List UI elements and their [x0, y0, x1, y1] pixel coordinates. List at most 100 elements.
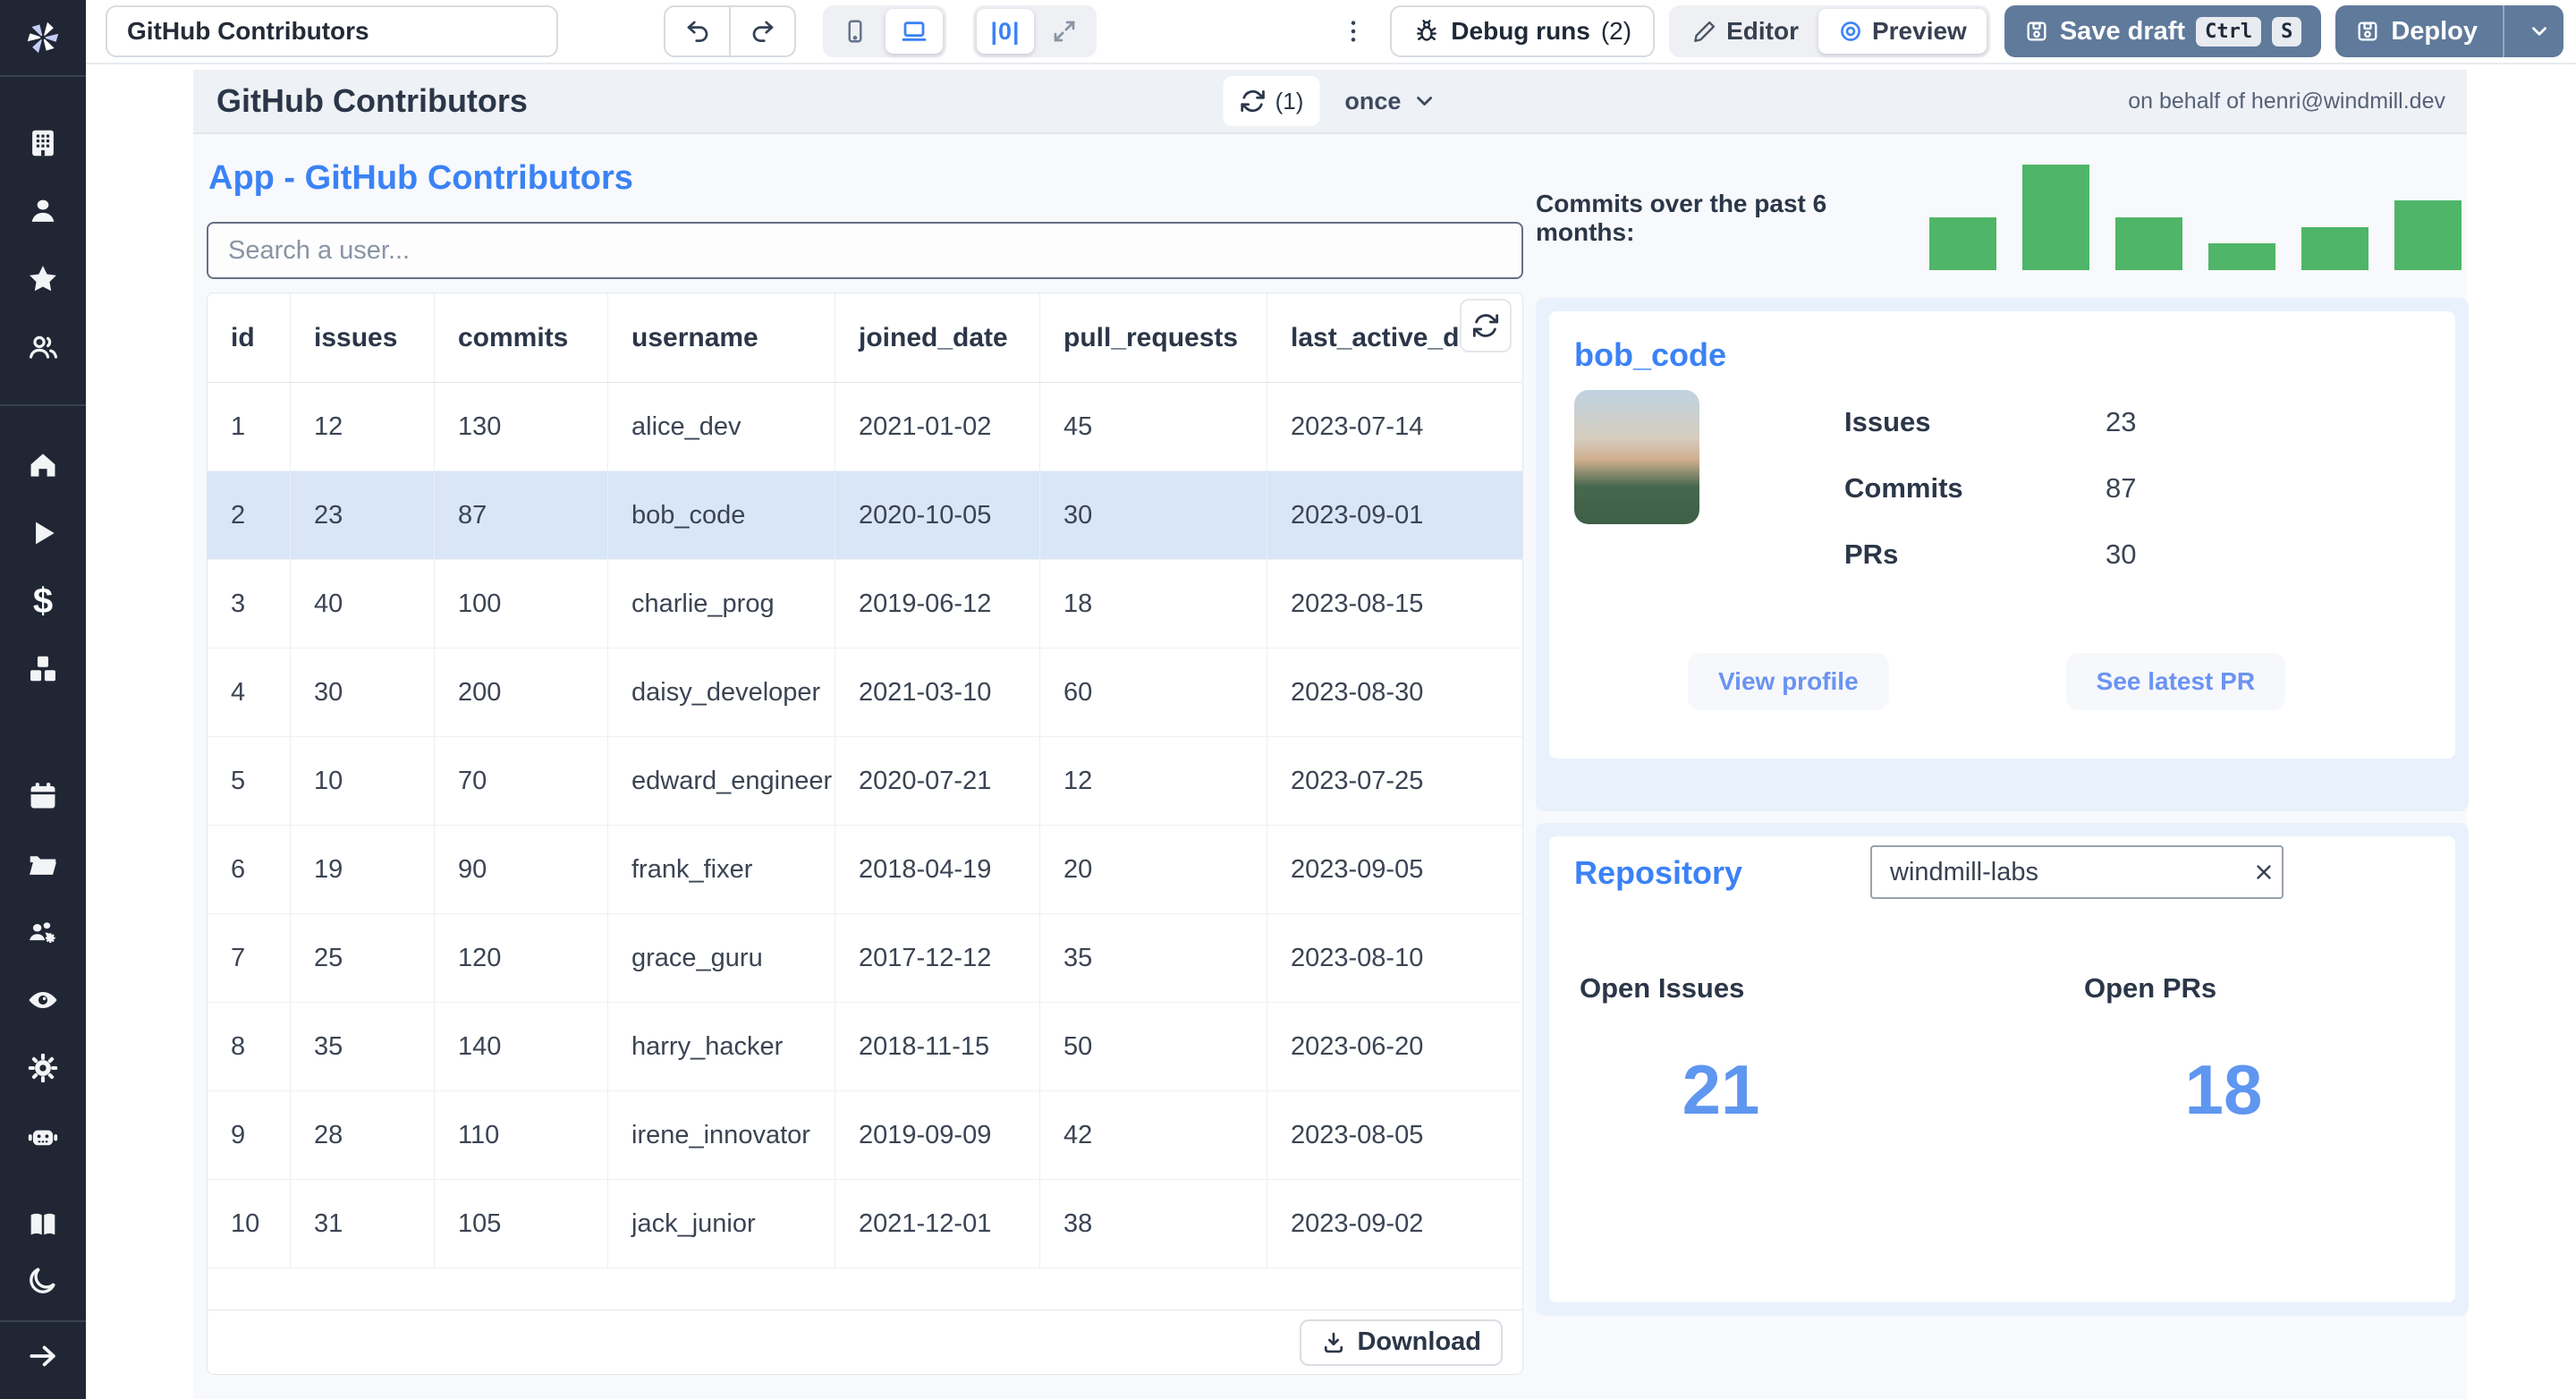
preview-tab[interactable]: Preview [1818, 9, 1987, 54]
editor-toolbar: |0| Debug runs (2) Editor Preview [86, 0, 2576, 64]
table-cell: 31 [291, 1180, 435, 1268]
sidebar-item-dark-mode[interactable] [0, 1252, 86, 1308]
sidebar-item-home[interactable] [0, 431, 86, 499]
table-column-header[interactable]: commits [435, 293, 608, 382]
preview-tab-label: Preview [1871, 17, 1967, 45]
table-column-header[interactable]: issues [291, 293, 435, 382]
table-cell: 2023-08-05 [1291, 1120, 1424, 1149]
center-align-button[interactable]: |0| [977, 9, 1034, 54]
sidebar-item-favorites[interactable] [0, 245, 86, 313]
sidebar-item-runs[interactable] [0, 499, 86, 567]
table-row[interactable]: 4 30 200 daisy_developer 2021-03-10 60 2023-08… [208, 649, 1522, 737]
table-column-header[interactable]: username [608, 293, 835, 382]
table-column-header[interactable]: id [208, 293, 291, 382]
deploy-dropdown[interactable] [2515, 20, 2563, 43]
clear-input-button[interactable] [2245, 861, 2282, 884]
app-refresh-button[interactable]: (1) [1223, 76, 1320, 126]
table-cell: 25 [291, 914, 435, 1002]
desktop-view-button[interactable] [886, 9, 943, 54]
table-refresh-button[interactable] [1460, 299, 1512, 352]
chart-bar [2208, 243, 2275, 270]
table-row[interactable]: 6 19 90 frank_fixer 2018-04-19 20 2023-09-05 [208, 826, 1522, 914]
table-cell: 2023-09-05 [1291, 854, 1424, 884]
fullscreen-button[interactable] [1036, 9, 1093, 54]
sidebar-item-groups[interactable] [0, 313, 86, 381]
schedule-dropdown[interactable]: once [1344, 88, 1436, 115]
sidebar-item-workers[interactable] [0, 898, 86, 966]
table-cell: 2023-09-02 [1291, 1208, 1424, 1238]
table-cell: 4 [208, 649, 291, 736]
redo-button[interactable] [730, 5, 796, 57]
undo-button[interactable] [664, 5, 730, 57]
table-row[interactable]: 5 10 70 edward_engineer 2020-07-21 12 2023-07-… [208, 737, 1522, 826]
table-row[interactable]: 2 23 87 bob_code 2020-10-05 30 2023-09-01 [208, 471, 1522, 560]
table-footer: Download [208, 1310, 1522, 1374]
sidebar-item-ai[interactable] [0, 1102, 86, 1170]
eye-icon [29, 991, 57, 1009]
gear-icon [28, 1053, 58, 1083]
mobile-view-button[interactable] [826, 9, 884, 54]
arrow-right-icon [30, 1345, 55, 1367]
deploy-button[interactable]: Deploy [2335, 5, 2563, 57]
see-latest-pr-button[interactable]: See latest PR [2065, 653, 2286, 710]
more-options-button[interactable] [1333, 17, 1374, 46]
table-cell: 2018-11-15 [835, 1003, 1040, 1090]
download-button[interactable]: Download [1300, 1318, 1503, 1366]
right-column: Commits over the past 6 months: bob_code… [1536, 70, 2469, 1399]
chart-label: Commits over the past 6 months: [1536, 190, 1827, 246]
search-input[interactable] [207, 222, 1523, 279]
table-cell: 70 [435, 737, 608, 825]
undo-redo-group [664, 5, 796, 57]
view-profile-button[interactable]: View profile [1688, 653, 1889, 710]
table-cell: grace_guru [608, 914, 835, 1002]
table-column-header[interactable]: pull_requests [1040, 293, 1267, 382]
windmill-logo[interactable] [0, 0, 86, 75]
contributor-details: Issues 23 Commits 87 PRs 30 [1574, 390, 2430, 574]
debug-runs-button[interactable]: Debug runs (2) [1390, 5, 1656, 57]
table-row[interactable]: 7 25 120 grace_guru 2017-12-12 35 2023-08-10 [208, 914, 1522, 1003]
repository-container: Repository Open Issues Open PRs 21 18 [1536, 823, 2469, 1316]
table-row[interactable]: 8 35 140 harry_hacker 2018-11-15 50 2023-06-20 [208, 1003, 1522, 1091]
layout-toggle: |0| [973, 5, 1097, 57]
app-preview-canvas: GitHub Contributors (1) once on behalf o… [193, 70, 2469, 1399]
table-row[interactable]: 3 40 100 charlie_prog 2019-06-12 18 2023-08-15 [208, 560, 1522, 649]
sidebar-item-audit-logs[interactable] [0, 966, 86, 1034]
sidebar-item-resources[interactable] [0, 635, 86, 703]
table-cell: 105 [435, 1180, 608, 1268]
cubes-icon [30, 656, 55, 682]
save-draft-button[interactable]: Save draft Ctrl S [2004, 5, 2322, 57]
repository-input[interactable] [1872, 857, 2245, 887]
debug-runs-count: (2) [1600, 17, 1632, 45]
table-cell: 2023-07-14 [1291, 411, 1424, 441]
table-row[interactable]: 1 12 130 alice_dev 2021-01-02 45 2023-07-14 [208, 383, 1522, 471]
sidebar-item-workspace[interactable] [0, 109, 86, 177]
calendar-icon [30, 783, 55, 809]
bug-icon [1417, 20, 1437, 41]
save-icon [2027, 21, 2046, 41]
app-name-input[interactable] [106, 5, 558, 57]
sidebar-item-user[interactable] [0, 177, 86, 245]
table-cell: 19 [291, 826, 435, 913]
user-icon [31, 199, 55, 222]
sidebar-collapse-toggle[interactable] [0, 1322, 86, 1390]
sidebar-item-variables[interactable]: $ [0, 567, 86, 635]
editor-tab[interactable]: Editor [1673, 9, 1818, 54]
table-row[interactable]: 9 28 110 irene_innovator 2019-09-09 42 2023-08… [208, 1091, 1522, 1180]
table-cell: 2021-01-02 [835, 383, 1040, 471]
table-cell: 45 [1040, 383, 1267, 471]
expand-icon [1054, 21, 1075, 42]
sidebar-item-folders[interactable] [0, 830, 86, 898]
table-cell: 90 [435, 826, 608, 913]
sidebar-item-docs[interactable] [0, 1197, 86, 1252]
sidebar-divider [0, 75, 86, 77]
sidebar-item-schedules[interactable] [0, 762, 86, 830]
table-column-header[interactable]: joined_date [835, 293, 1040, 382]
table-row[interactable]: 10 31 105 jack_junior 2021-12-01 38 2023-09-02 [208, 1180, 1522, 1268]
chart-bar [1929, 217, 1996, 270]
table-cell: 9 [208, 1091, 291, 1179]
chevron-down-icon [2532, 27, 2546, 36]
moon-icon [30, 1268, 55, 1293]
kbd-ctrl: Ctrl [2196, 16, 2262, 47]
sidebar-item-settings[interactable] [0, 1034, 86, 1102]
contributors-table: id issues commits username joined_date pull_r… [207, 293, 1523, 1375]
